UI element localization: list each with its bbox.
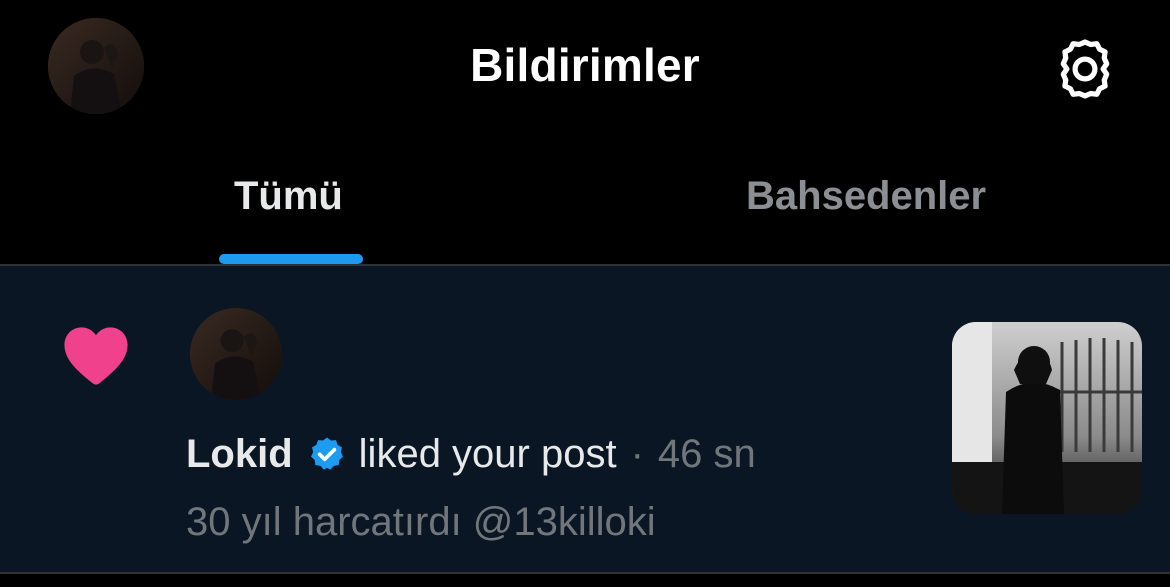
gear-icon[interactable] bbox=[1052, 36, 1118, 102]
notification-action: liked your post bbox=[358, 432, 617, 476]
tab-mentions[interactable]: Bahsedenler bbox=[746, 174, 986, 219]
separator-dot: · bbox=[630, 432, 644, 476]
post-thumbnail[interactable] bbox=[952, 322, 1142, 514]
notification-text: Lokid liked your post · 46 sn bbox=[186, 432, 756, 477]
notification-item[interactable]: Lokid liked your post · 46 sn 30 yıl har… bbox=[0, 266, 1170, 572]
post-preview-text: 30 yıl harcatırdı @13killoki bbox=[186, 500, 656, 544]
active-tab-indicator bbox=[219, 254, 363, 264]
top-bar: Bildirimler bbox=[0, 0, 1170, 130]
tab-bar: Tümü Bahsedenler bbox=[0, 130, 1170, 264]
tab-all[interactable]: Tümü bbox=[234, 174, 343, 219]
user-avatar[interactable] bbox=[190, 308, 282, 400]
username[interactable]: Lokid bbox=[186, 432, 293, 477]
page-title: Bildirimler bbox=[470, 39, 700, 91]
next-item-edge bbox=[0, 574, 1170, 587]
verified-badge-icon bbox=[307, 435, 347, 475]
timestamp: 46 sn bbox=[657, 432, 756, 476]
heart-icon bbox=[62, 324, 130, 386]
